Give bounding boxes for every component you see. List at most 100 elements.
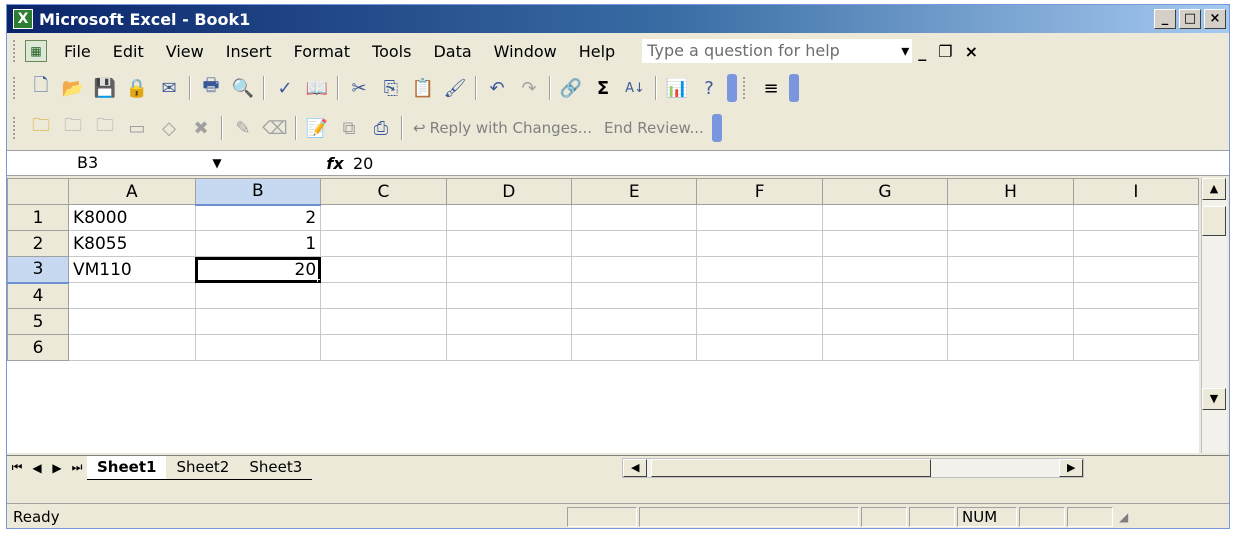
excel-app-icon[interactable]: X — [13, 9, 33, 29]
cell[interactable] — [67, 282, 196, 309]
cell[interactable] — [571, 204, 698, 231]
cell-a3[interactable]: VM110 — [67, 256, 196, 283]
minimize-button[interactable]: _ — [1154, 9, 1176, 29]
cell[interactable] — [821, 334, 949, 361]
doc-restore-button[interactable]: ❐ — [932, 42, 958, 61]
cell[interactable] — [696, 256, 823, 283]
cell[interactable] — [947, 308, 1074, 335]
first-sheet-icon[interactable]: ⏮ — [7, 460, 27, 475]
cell[interactable] — [821, 204, 949, 231]
scroll-down-icon[interactable]: ▼ — [1202, 388, 1226, 410]
menu-edit[interactable]: Edit — [102, 42, 155, 61]
new-icon[interactable]: 🗋 — [27, 74, 55, 102]
column-header-g[interactable]: G — [821, 178, 949, 205]
cell[interactable] — [1072, 308, 1199, 335]
ink-annotation-icon[interactable]: ✎ — [229, 114, 257, 142]
column-header-b[interactable]: B — [194, 178, 322, 206]
new-comment-icon[interactable]: 🗀 — [27, 114, 55, 142]
cell[interactable] — [194, 308, 322, 335]
save-icon[interactable]: 💾 — [91, 74, 119, 102]
cell[interactable] — [445, 256, 573, 283]
help-dropdown-icon[interactable]: ▾ — [901, 40, 911, 62]
spelling-icon[interactable]: ✓ — [271, 74, 299, 102]
print-preview-icon[interactable]: 🔍 — [229, 74, 257, 102]
toolbar-options-icon[interactable] — [727, 74, 737, 102]
menu-tools[interactable]: Tools — [361, 42, 422, 61]
row-header[interactable]: 6 — [7, 334, 69, 361]
cell[interactable] — [947, 282, 1074, 309]
row-header[interactable]: 3 — [7, 256, 69, 284]
cell[interactable] — [194, 334, 322, 361]
cell[interactable] — [320, 256, 447, 283]
menu-window[interactable]: Window — [483, 42, 568, 61]
cell[interactable] — [67, 308, 196, 335]
cell[interactable] — [696, 308, 823, 335]
cell[interactable] — [696, 230, 823, 257]
print-icon[interactable]: 🖶 — [197, 74, 225, 102]
doc-close-button[interactable]: × — [959, 42, 984, 61]
tab-sheet1[interactable]: Sheet1 — [87, 455, 167, 480]
help-search-input[interactable]: Type a question for help ▾ — [642, 39, 913, 63]
help-icon[interactable]: ? — [695, 74, 723, 102]
column-header-e[interactable]: E — [571, 178, 698, 205]
toolbar-options-icon[interactable] — [789, 74, 799, 102]
send-to-recipient-icon[interactable]: ⎙ — [367, 114, 395, 142]
tab-sheet3[interactable]: Sheet3 — [239, 456, 313, 480]
cell[interactable] — [445, 230, 573, 257]
menubar-grip[interactable] — [13, 40, 17, 62]
select-all-corner[interactable] — [7, 178, 69, 205]
menu-data[interactable]: Data — [422, 42, 482, 61]
menu-format[interactable]: Format — [283, 42, 361, 61]
menu-view[interactable]: View — [155, 42, 215, 61]
cell[interactable] — [821, 230, 949, 257]
next-sheet-icon[interactable]: ▶ — [47, 461, 67, 475]
prev-sheet-icon[interactable]: ◀ — [27, 461, 47, 475]
redo-icon[interactable]: ↷ — [515, 74, 543, 102]
column-header-a[interactable]: A — [67, 178, 196, 205]
row-header[interactable]: 4 — [7, 282, 69, 309]
worksheet-grid[interactable]: A B C D E F G H I 1 K8000 2 2 K8055 1 3 … — [7, 178, 1199, 453]
cell[interactable] — [194, 282, 322, 309]
permission-icon[interactable]: 🔒 — [123, 74, 151, 102]
sort-ascending-icon[interactable]: A↓ — [621, 74, 649, 102]
cell[interactable] — [821, 282, 949, 309]
toolbar-options-icon[interactable] — [711, 114, 722, 142]
chart-wizard-icon[interactable]: 📊 — [663, 74, 691, 102]
cell[interactable] — [696, 334, 823, 361]
copy-icon[interactable]: ⎘ — [377, 74, 405, 102]
row-header[interactable]: 1 — [7, 204, 69, 231]
column-header-d[interactable]: D — [445, 178, 573, 205]
scroll-up-icon[interactable]: ▲ — [1202, 178, 1226, 200]
last-sheet-icon[interactable]: ⏭ — [67, 460, 87, 475]
cell[interactable] — [947, 334, 1074, 361]
cell[interactable] — [320, 282, 447, 309]
cell-a2[interactable]: K8055 — [67, 230, 196, 257]
doc-minimize-button[interactable]: _ — [912, 42, 932, 61]
cell[interactable] — [320, 230, 447, 257]
cell[interactable] — [571, 308, 698, 335]
vertical-scrollbar[interactable]: ▲ ▼ — [1201, 178, 1227, 453]
column-header-f[interactable]: F — [696, 178, 823, 205]
column-header-c[interactable]: C — [320, 178, 447, 205]
show-all-comments-icon[interactable]: ◇ — [155, 114, 183, 142]
name-box[interactable]: B3 — [7, 152, 197, 174]
cell[interactable] — [571, 256, 698, 283]
email-icon[interactable]: ✉ — [155, 74, 183, 102]
insert-function-icon[interactable]: fx — [321, 154, 349, 173]
menu-insert[interactable]: Insert — [215, 42, 283, 61]
cell[interactable] — [696, 282, 823, 309]
toolbar-grip[interactable] — [13, 77, 17, 99]
autosum-icon[interactable]: Σ — [589, 74, 617, 102]
scroll-left-icon[interactable]: ◀ — [623, 458, 648, 477]
cell[interactable] — [947, 204, 1074, 231]
paste-icon[interactable]: 📋 — [409, 74, 437, 102]
cell[interactable] — [320, 308, 447, 335]
cell[interactable] — [947, 230, 1074, 257]
previous-comment-icon[interactable]: 🗀 — [59, 114, 87, 142]
title-bar[interactable]: X Microsoft Excel - Book1 _ □ × — [7, 5, 1229, 33]
cell[interactable] — [571, 230, 698, 257]
close-button[interactable]: × — [1204, 9, 1226, 29]
workbook-icon[interactable]: ▦ — [25, 40, 47, 62]
cell[interactable] — [445, 204, 573, 231]
format-painter-icon[interactable]: 🖌 — [441, 74, 469, 102]
